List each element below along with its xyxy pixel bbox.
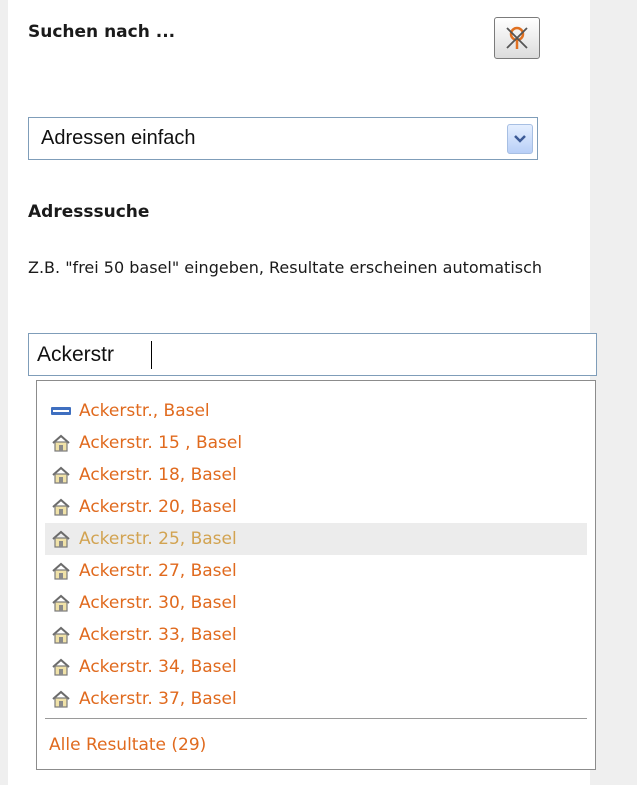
close-search-button[interactable] <box>494 17 540 59</box>
result-item-label: Ackerstr. 20, Basel <box>79 497 237 517</box>
result-item[interactable]: Ackerstr. 20, Basel <box>45 491 587 523</box>
result-item[interactable]: Ackerstr. 34, Basel <box>45 651 587 683</box>
result-item-label: Ackerstr., Basel <box>79 401 210 421</box>
search-type-value: Adressen einfach <box>41 127 196 149</box>
all-results-link[interactable]: Alle Resultate (29) <box>49 735 206 755</box>
panel-title: Suchen nach ... <box>28 22 176 42</box>
result-item[interactable]: Ackerstr. 30, Basel <box>45 587 587 619</box>
result-item[interactable]: Ackerstr. 18, Basel <box>45 459 587 491</box>
house-icon <box>49 657 73 677</box>
result-list: Ackerstr., Basel Ackerstr. 15 , Basel Acke… <box>45 395 587 715</box>
search-hint: Z.B. "frei 50 basel" eingeben, Resultate… <box>28 258 543 277</box>
chevron-down-icon[interactable] <box>507 124 533 154</box>
result-item-label: Ackerstr. 33, Basel <box>79 625 237 645</box>
section-title: Adresssuche <box>28 202 150 222</box>
house-icon <box>49 625 73 645</box>
divider <box>45 718 587 719</box>
house-icon <box>49 689 73 709</box>
house-icon <box>49 529 73 549</box>
result-item-label: Ackerstr. 37, Basel <box>79 689 237 709</box>
street-icon <box>49 401 73 421</box>
house-icon <box>49 593 73 613</box>
left-border-strip <box>0 0 8 785</box>
result-item-label: Ackerstr. 18, Basel <box>79 465 237 485</box>
search-panel: Suchen nach ... Adressen einfach Adresss… <box>8 0 597 785</box>
result-item-label: Ackerstr. 25, Basel <box>79 529 237 549</box>
result-item-label: Ackerstr. 34, Basel <box>79 657 237 677</box>
result-item-label: Ackerstr. 30, Basel <box>79 593 237 613</box>
autocomplete-dropdown: Ackerstr., Basel Ackerstr. 15 , Basel Acke… <box>36 380 596 770</box>
search-input-value: Ackerstr <box>37 343 115 366</box>
no-location-icon <box>506 26 528 49</box>
house-icon <box>49 465 73 485</box>
result-item[interactable]: Ackerstr. 37, Basel <box>45 683 587 715</box>
text-caret <box>151 341 152 369</box>
result-item[interactable]: Ackerstr., Basel <box>45 395 587 427</box>
house-icon <box>49 561 73 581</box>
house-icon <box>49 433 73 453</box>
address-search-input[interactable]: Ackerstr <box>28 333 597 376</box>
result-item[interactable]: Ackerstr. 33, Basel <box>45 619 587 651</box>
right-border-strip <box>590 0 637 785</box>
result-item-label: Ackerstr. 15 , Basel <box>79 433 243 453</box>
search-type-select[interactable]: Adressen einfach <box>28 117 538 160</box>
result-item[interactable]: Ackerstr. 15 , Basel <box>45 427 587 459</box>
house-icon <box>49 497 73 517</box>
result-item[interactable]: Ackerstr. 27, Basel <box>45 555 587 587</box>
result-item-label: Ackerstr. 27, Basel <box>79 561 237 581</box>
result-item[interactable]: Ackerstr. 25, Basel <box>45 523 587 555</box>
